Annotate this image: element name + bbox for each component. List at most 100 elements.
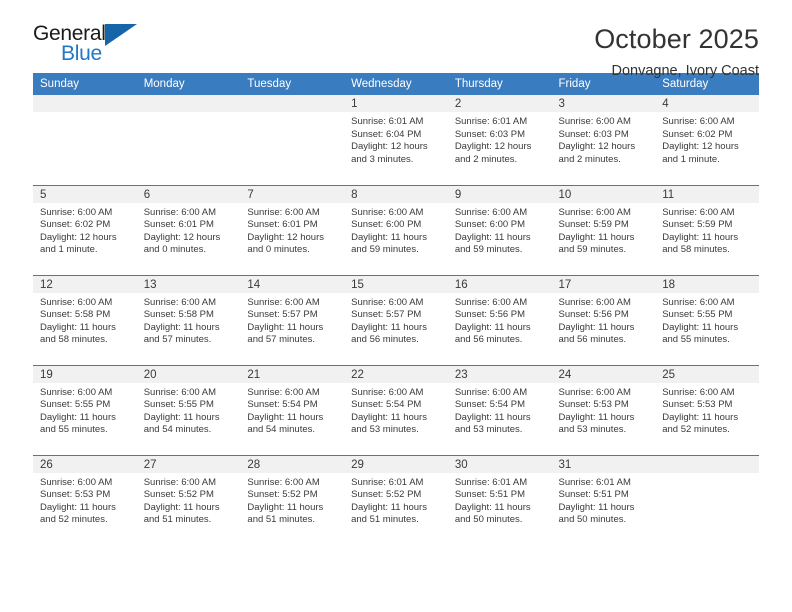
calendar-day-cell[interactable]: 7 Sunrise: 6:00 AM Sunset: 6:01 PM Daylight… bbox=[240, 184, 345, 275]
calendar-day-cell[interactable]: 28 Sunrise: 6:00 AM Sunset: 5:52 PM Dayligh… bbox=[240, 454, 345, 545]
calendar-day-cell[interactable]: 20 Sunrise: 6:00 AM Sunset: 5:55 PM Dayligh… bbox=[136, 364, 241, 455]
calendar-day-cell[interactable]: 14 Sunrise: 6:00 AM Sunset: 5:57 PM Dayligh… bbox=[240, 274, 345, 365]
sunrise-text: Sunrise: 6:00 AM bbox=[454, 206, 528, 218]
sunset-text: Sunset: 5:53 PM bbox=[662, 399, 733, 411]
logo-triangle-icon bbox=[105, 24, 137, 46]
calendar-day-cell[interactable]: 16 Sunrise: 6:00 AM Sunset: 5:56 PM Dayligh… bbox=[447, 274, 552, 365]
sunset-text: Sunset: 6:00 PM bbox=[454, 219, 526, 231]
daylight-text-line2: and 50 minutes. bbox=[558, 514, 627, 526]
daylight-text-line2: and 50 minutes. bbox=[454, 514, 523, 526]
calendar-day-cell[interactable]: 17 Sunrise: 6:00 AM Sunset: 5:56 PM Dayligh… bbox=[551, 274, 656, 365]
daylight-text-line2: and 55 minutes. bbox=[662, 334, 730, 346]
calendar-day-cell[interactable]: 31 Sunrise: 6:01 AM Sunset: 5:51 PM Dayligh… bbox=[551, 454, 656, 545]
day-number: 30 bbox=[447, 455, 552, 473]
calendar-day-cell[interactable]: 19 Sunrise: 6:00 AM Sunset: 5:55 PM Dayligh… bbox=[33, 364, 137, 455]
sunrise-text: Sunrise: 6:00 AM bbox=[40, 386, 113, 398]
daylight-text-line1: Daylight: 11 hours bbox=[351, 411, 427, 423]
calendar-day-cell[interactable]: 6 Sunrise: 6:00 AM Sunset: 6:01 PM Daylight… bbox=[136, 184, 241, 275]
sunrise-text: Sunrise: 6:00 AM bbox=[558, 116, 631, 127]
sunset-text: Sunset: 5:55 PM bbox=[143, 399, 214, 411]
sunrise-text: Sunrise: 6:01 AM bbox=[454, 476, 528, 488]
calendar-day-cell[interactable]: 18 Sunrise: 6:00 AM Sunset: 5:55 PM Dayligh… bbox=[655, 274, 759, 365]
calendar-day-cell[interactable]: 25 Sunrise: 6:00 AM Sunset: 5:53 PM Dayligh… bbox=[655, 364, 759, 455]
sunrise-text: Sunrise: 6:00 AM bbox=[558, 386, 631, 398]
calendar-day-cell[interactable]: 5 Sunrise: 6:00 AM Sunset: 6:02 PM Daylight… bbox=[33, 184, 137, 275]
daylight-text-line1: Daylight: 11 hours bbox=[40, 501, 116, 513]
day-number: 21 bbox=[240, 365, 345, 383]
calendar-day-cell[interactable]: 23 Sunrise: 6:00 AM Sunset: 5:54 PM Dayligh… bbox=[447, 364, 552, 455]
sunrise-text: Sunrise: 6:00 AM bbox=[351, 386, 424, 398]
general-blue-logo[interactable]: General Blue bbox=[33, 22, 153, 68]
sunrise-text: Sunrise: 6:00 AM bbox=[662, 386, 735, 398]
calendar-day-cell[interactable]: 22 Sunrise: 6:00 AM Sunset: 5:54 PM Dayligh… bbox=[344, 364, 448, 455]
calendar-cell-empty bbox=[655, 454, 759, 545]
calendar-day-cell[interactable]: 27 Sunrise: 6:00 AM Sunset: 5:52 PM Dayligh… bbox=[136, 454, 241, 545]
calendar-day-cell[interactable]: 30 Sunrise: 6:01 AM Sunset: 5:51 PM Dayligh… bbox=[447, 454, 552, 545]
calendar-day-cell[interactable]: 24 Sunrise: 6:00 AM Sunset: 5:53 PM Dayligh… bbox=[551, 364, 656, 455]
sunset-text: Sunset: 5:58 PM bbox=[143, 309, 214, 321]
calendar-day-cell[interactable]: 15 Sunrise: 6:00 AM Sunset: 5:57 PM Dayligh… bbox=[344, 274, 448, 365]
sunset-text: Sunset: 6:03 PM bbox=[454, 128, 526, 140]
day-number: 16 bbox=[447, 275, 552, 293]
day-sun-info: Sunrise: 6:00 AM Sunset: 6:01 PM Daylight:… bbox=[137, 203, 241, 257]
day-number: 20 bbox=[136, 365, 241, 383]
sunrise-text: Sunrise: 6:00 AM bbox=[143, 476, 217, 488]
calendar-cell-empty bbox=[33, 95, 137, 185]
daylight-text-line2: and 0 minutes. bbox=[247, 244, 310, 256]
calendar-day-cell[interactable]: 9 Sunrise: 6:00 AM Sunset: 6:00 PM Daylight… bbox=[447, 184, 552, 275]
daylight-text-line2: and 53 minutes. bbox=[558, 424, 627, 436]
sunrise-text: Sunrise: 6:00 AM bbox=[143, 296, 217, 308]
calendar-page: General Blue October 2025 Donvagne, Ivor… bbox=[0, 0, 792, 612]
calendar-day-cell[interactable]: 1 Sunrise: 6:01 AM Sunset: 6:04 PM Daylight… bbox=[344, 95, 448, 185]
sunset-text: Sunset: 6:01 PM bbox=[143, 219, 214, 231]
day-sun-info: Sunrise: 6:00 AM Sunset: 5:53 PM Daylight:… bbox=[552, 383, 656, 437]
daylight-text-line1: Daylight: 11 hours bbox=[247, 411, 324, 423]
daylight-text-line1: Daylight: 12 hours bbox=[454, 141, 532, 153]
daylight-text-line2: and 54 minutes. bbox=[247, 424, 316, 436]
daylight-text-line1: Daylight: 11 hours bbox=[558, 321, 635, 333]
calendar-day-cell[interactable]: 11 Sunrise: 6:00 AM Sunset: 5:59 PM Dayligh… bbox=[655, 184, 759, 275]
daylight-text-line1: Daylight: 12 hours bbox=[662, 141, 739, 153]
sunrise-text: Sunrise: 6:01 AM bbox=[558, 476, 631, 488]
daylight-text-line2: and 0 minutes. bbox=[143, 244, 207, 256]
calendar-day-cell[interactable]: 4 Sunrise: 6:00 AM Sunset: 6:02 PM Daylight… bbox=[655, 95, 759, 185]
page-header: General Blue October 2025 Donvagne, Ivor… bbox=[33, 0, 759, 79]
daylight-text-line2: and 56 minutes. bbox=[558, 334, 627, 346]
calendar-day-cell[interactable]: 26 Sunrise: 6:00 AM Sunset: 5:53 PM Dayligh… bbox=[33, 454, 137, 545]
calendar-day-cell[interactable]: 10 Sunrise: 6:00 AM Sunset: 5:59 PM Dayligh… bbox=[551, 184, 656, 275]
daylight-text-line1: Daylight: 11 hours bbox=[351, 321, 427, 333]
daylight-text-line2: and 57 minutes. bbox=[143, 334, 212, 346]
calendar-day-cell[interactable]: 8 Sunrise: 6:00 AM Sunset: 6:00 PM Daylight… bbox=[344, 184, 448, 275]
calendar-day-cell[interactable]: 13 Sunrise: 6:00 AM Sunset: 5:58 PM Dayligh… bbox=[136, 274, 241, 365]
sunset-text: Sunset: 5:55 PM bbox=[40, 399, 111, 411]
day-sun-info: Sunrise: 6:00 AM Sunset: 6:03 PM Daylight:… bbox=[552, 112, 656, 166]
day-sun-info: Sunrise: 6:00 AM Sunset: 5:53 PM Daylight:… bbox=[655, 383, 759, 437]
daylight-text-line1: Daylight: 11 hours bbox=[454, 231, 531, 243]
day-number: 12 bbox=[33, 275, 137, 293]
day-sun-info: Sunrise: 6:00 AM Sunset: 5:56 PM Daylight:… bbox=[448, 293, 552, 347]
calendar-day-cell[interactable]: 2 Sunrise: 6:01 AM Sunset: 6:03 PM Daylight… bbox=[447, 95, 552, 185]
sunrise-text: Sunrise: 6:00 AM bbox=[662, 206, 735, 218]
calendar-day-cell[interactable]: 29 Sunrise: 6:01 AM Sunset: 5:52 PM Dayligh… bbox=[344, 454, 448, 545]
day-number: 9 bbox=[447, 185, 552, 203]
calendar-week-row: 5 Sunrise: 6:00 AM Sunset: 6:02 PM Daylight… bbox=[33, 184, 759, 275]
sunset-text: Sunset: 5:52 PM bbox=[247, 489, 318, 501]
calendar-day-cell[interactable]: 12 Sunrise: 6:00 AM Sunset: 5:58 PM Dayligh… bbox=[33, 274, 137, 365]
day-number bbox=[136, 95, 241, 112]
daylight-text-line1: Daylight: 11 hours bbox=[454, 321, 531, 333]
day-number: 6 bbox=[136, 185, 241, 203]
calendar-day-cell[interactable]: 21 Sunrise: 6:00 AM Sunset: 5:54 PM Dayligh… bbox=[240, 364, 345, 455]
day-sun-info: Sunrise: 6:00 AM Sunset: 5:54 PM Daylight:… bbox=[240, 383, 344, 437]
daylight-text-line1: Daylight: 11 hours bbox=[662, 231, 739, 243]
daylight-text-line1: Daylight: 11 hours bbox=[558, 231, 635, 243]
calendar-cell-empty bbox=[136, 95, 241, 185]
sunset-text: Sunset: 5:51 PM bbox=[558, 489, 629, 501]
day-sun-info: Sunrise: 6:00 AM Sunset: 5:52 PM Daylight:… bbox=[137, 473, 241, 527]
daylight-text-line1: Daylight: 11 hours bbox=[143, 411, 220, 423]
daylight-text-line2: and 58 minutes. bbox=[40, 334, 108, 346]
sunset-text: Sunset: 5:51 PM bbox=[454, 489, 526, 501]
calendar-day-cell[interactable]: 3 Sunrise: 6:00 AM Sunset: 6:03 PM Daylight… bbox=[551, 95, 656, 185]
sunrise-text: Sunrise: 6:00 AM bbox=[40, 476, 113, 488]
daylight-text-line1: Daylight: 11 hours bbox=[143, 321, 220, 333]
sunset-text: Sunset: 5:57 PM bbox=[247, 309, 318, 321]
